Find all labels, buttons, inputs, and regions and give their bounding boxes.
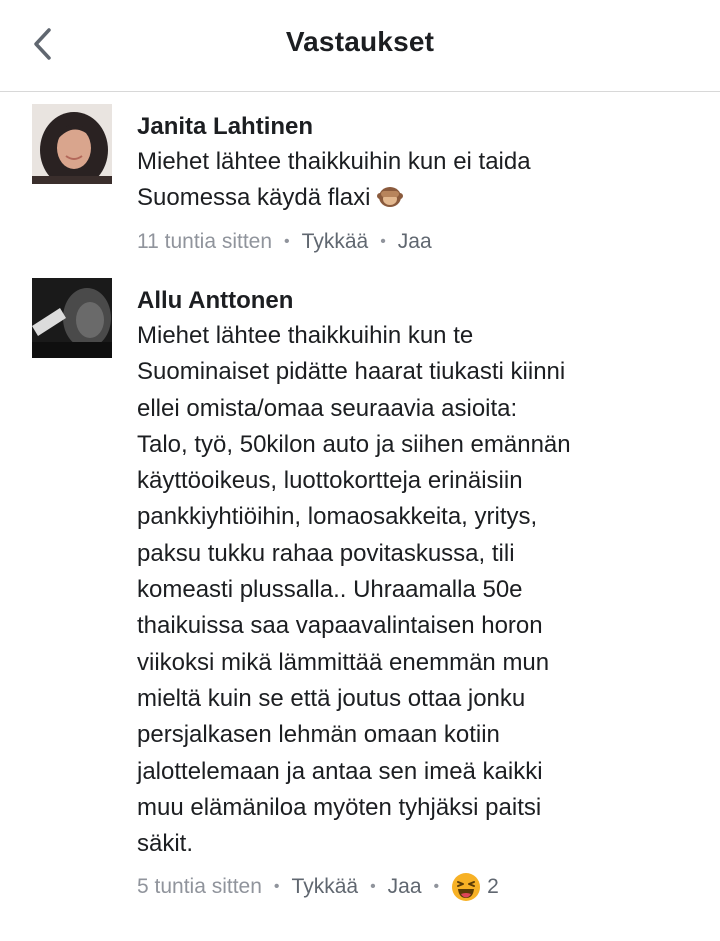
avatar-photo xyxy=(32,104,112,184)
comment-text-line: Suomessa käydä flaxi xyxy=(137,180,697,216)
comment-text-line: ellei omista/omaa seuraavia asioita: xyxy=(137,394,518,422)
comment-meta: 5 tuntia sitten • Tykkää • Jaa • 2 xyxy=(137,872,697,902)
avatar[interactable] xyxy=(32,104,112,184)
comment-author[interactable]: Janita Lahtinen xyxy=(137,112,697,142)
separator-dot: • xyxy=(380,232,386,250)
comment-text-line: pankkiyhtiöihin, lomaosakkeita, yritys, xyxy=(137,503,538,531)
like-link[interactable]: Tykkää xyxy=(302,227,369,257)
comment-text-line: thaikuissa saa vapaavalintaisen horon xyxy=(137,612,543,640)
haha-reaction-icon xyxy=(452,873,481,902)
comment-text-line: komeasti plussalla.. Uhraamalla 50e xyxy=(137,576,523,604)
comment-text-line: mieltä kuin se että joutus ottaa jonku xyxy=(137,684,526,712)
comment-timestamp: 5 tuntia sitten xyxy=(137,875,262,899)
reaction-summary[interactable]: 2 xyxy=(451,872,499,902)
comment-text-line: muu elämäniloa myöten tyhjäksi paitsi xyxy=(137,793,542,821)
separator-dot: • xyxy=(433,878,440,896)
avatar-photo xyxy=(32,278,112,358)
comment-author[interactable]: Allu Anttonen xyxy=(137,286,697,316)
like-link[interactable]: Tykkää xyxy=(292,872,359,902)
separator-dot: • xyxy=(273,878,280,896)
avatar[interactable] xyxy=(32,278,112,358)
comment-text-line: Miehet lähtee thaikkuihin kun ei taida xyxy=(137,148,531,175)
share-link[interactable]: Jaa xyxy=(388,872,422,902)
comment-text-line: jalottelemaan ja antaa sen imeä kaikki xyxy=(137,757,543,785)
comment-text-line: Talo, työ, 50kilon auto ja siihen emännä… xyxy=(137,430,571,458)
comment-timestamp: 11 tuntia sitten xyxy=(137,229,273,253)
comment-text-line: käyttöoikeus, luottokortteja erinäisiin xyxy=(137,467,523,495)
comment-text-line: paksu tukku rahaa povitaskussa, tili xyxy=(137,539,515,567)
separator-dot: • xyxy=(284,232,290,250)
comment-text-line: Miehet lähtee thaikkuihin kun te xyxy=(137,322,474,349)
page-title: Vastaukset xyxy=(285,26,435,57)
reaction-count: 2 xyxy=(487,875,499,899)
share-link[interactable]: Jaa xyxy=(398,227,432,257)
comment-text-line: säkit. xyxy=(137,830,194,858)
comment-text-line: persjalkasen lehmän omaan kotiin xyxy=(137,721,500,749)
comment-text: Miehet lähtee thaikkuihin kun te Suomina… xyxy=(137,318,697,862)
comment-meta: 11 tuntia sitten • Tykkää • Jaa xyxy=(137,227,697,257)
header-bar: Vastaukset xyxy=(0,0,720,92)
comment-text: Miehet lähtee thaikkuihin kun ei taida S… xyxy=(137,144,697,217)
see-no-evil-monkey-icon xyxy=(377,187,404,208)
comment-text-line: viikoksi mikä lämmittää enemmän mun xyxy=(137,648,550,676)
separator-dot: • xyxy=(370,878,376,896)
comment-body: Allu Anttonen Miehet lähtee thaikkuihin … xyxy=(137,286,697,902)
comment-body: Janita Lahtinen Miehet lähtee thaikkuihi… xyxy=(137,112,697,257)
comment-text-line: Suominaiset pidätte haarat tiukasti kiin… xyxy=(137,358,566,386)
